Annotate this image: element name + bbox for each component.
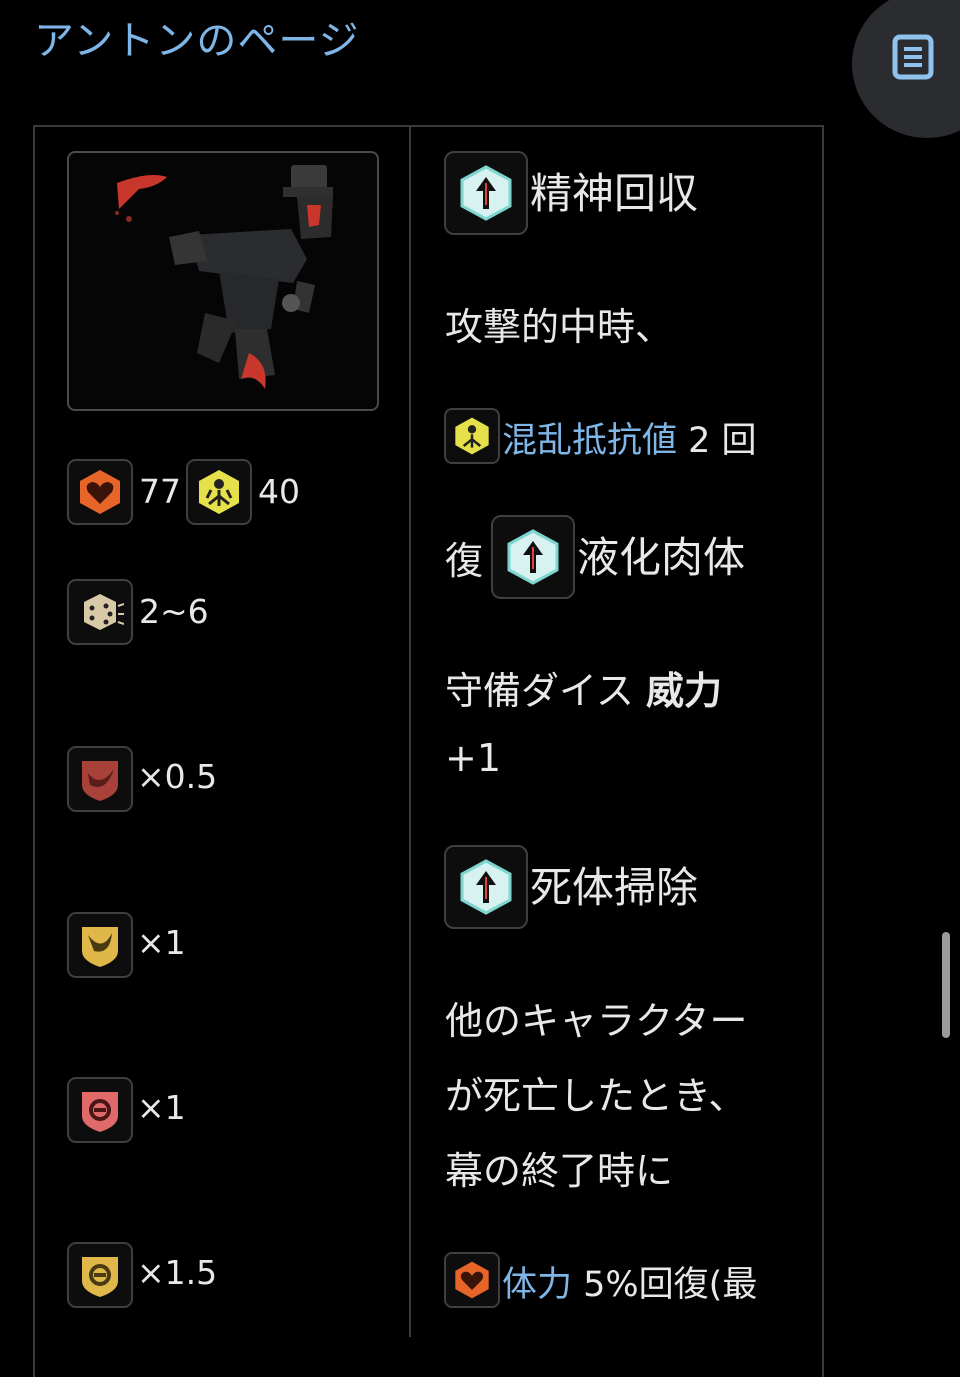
column-divider xyxy=(409,125,411,1337)
pierce-resist-badge xyxy=(67,912,133,978)
health-link[interactable]: 体力 xyxy=(502,1265,572,1305)
stress-inline-badge xyxy=(444,408,500,464)
desc-line-1: 攻撃的中時、 xyxy=(445,305,674,349)
stress-stat-badge xyxy=(186,459,252,525)
blunt-resist-icon xyxy=(82,1092,118,1132)
stress-value: 40 xyxy=(258,472,300,511)
desc-line-3-prefix: 復 xyxy=(445,539,484,583)
stress-resist-icon xyxy=(455,417,489,455)
desc-line-2: 混乱抵抗値 2 回 xyxy=(502,412,757,463)
menu-button[interactable] xyxy=(852,0,960,138)
list-document-icon xyxy=(892,34,934,80)
pierce-resist-value: ×1 xyxy=(137,923,186,962)
health-inline-badge xyxy=(444,1252,500,1308)
passive-badge-3 xyxy=(444,845,528,929)
stagger-resist-value: ×1.5 xyxy=(137,1253,218,1292)
stress-resist-icon xyxy=(199,470,239,514)
stagger-resist-icon xyxy=(82,1257,118,1297)
skill-name-2: 液化肉体 xyxy=(577,533,746,582)
passive-badge-1 xyxy=(444,151,528,235)
health-value: 77 xyxy=(139,472,181,511)
desc-line-8: 幕の終了時に xyxy=(445,1149,674,1193)
skill-name-1: 精神回収 xyxy=(530,169,699,218)
desc-line-5: +1 xyxy=(445,736,502,780)
passive-badge-2 xyxy=(491,515,575,599)
desc-line-9: 体力 5%回復(最 xyxy=(502,1256,757,1307)
health-heart-icon xyxy=(455,1261,489,1299)
blunt-resist-value: ×1 xyxy=(137,1088,186,1127)
desc-line-4: 守備ダイス 威力 xyxy=(445,660,722,715)
health-stat-badge xyxy=(67,459,133,525)
blunt-resist-badge xyxy=(67,1077,133,1143)
passive-arrow-icon xyxy=(460,165,512,221)
stagger-resist-badge xyxy=(67,1242,133,1308)
desc-line-9-rest: 5%回復(最 xyxy=(572,1265,758,1305)
desc-line-4-text: 守備ダイス xyxy=(445,669,646,713)
health-heart-icon xyxy=(80,470,120,514)
passive-arrow-icon xyxy=(460,859,512,915)
slash-resist-icon xyxy=(82,761,118,801)
pierce-resist-icon xyxy=(82,927,118,967)
passive-arrow-icon xyxy=(507,529,559,585)
dice-icon xyxy=(84,594,124,630)
desc-line-2-rest: 2 回 xyxy=(677,421,757,461)
skill-name-3: 死体掃除 xyxy=(530,863,699,912)
dice-value: 2~6 xyxy=(139,592,209,631)
page-title: アントンのページ xyxy=(34,18,360,64)
slash-resist-value: ×0.5 xyxy=(137,757,218,796)
character-portrait xyxy=(67,151,379,411)
scrollbar[interactable] xyxy=(942,932,950,1038)
slash-resist-badge xyxy=(67,746,133,812)
confusion-resist-link[interactable]: 混乱抵抗値 xyxy=(502,421,677,461)
dice-stat-badge xyxy=(67,579,133,645)
desc-line-7: が死亡したとき、 xyxy=(445,1074,747,1118)
desc-line-6: 他のキャラクター xyxy=(445,999,748,1043)
power-keyword: 威力 xyxy=(645,669,722,713)
